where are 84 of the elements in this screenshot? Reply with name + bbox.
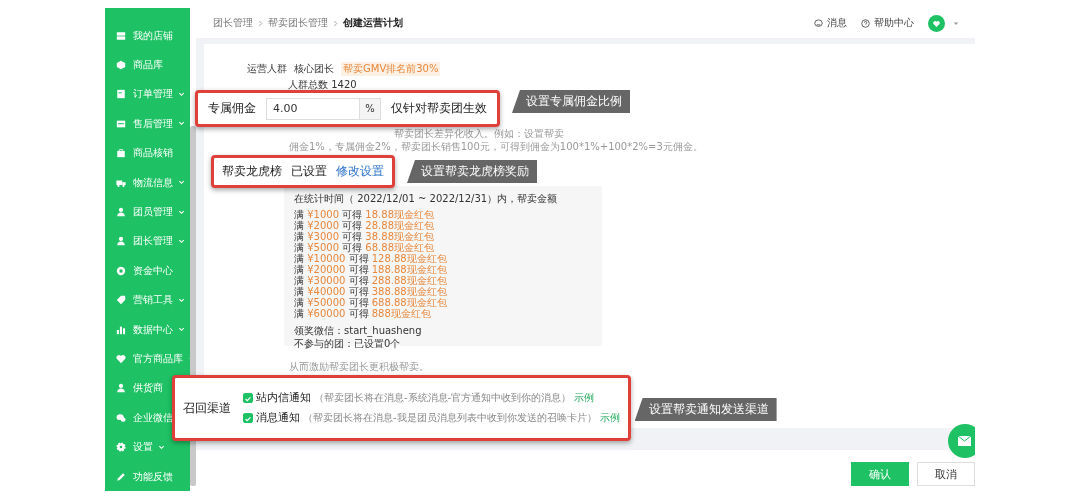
sidebar-item[interactable]: 团长管理: [133, 234, 173, 249]
sidebar-item[interactable]: 企业微信: [133, 410, 173, 425]
help-icon: [861, 18, 870, 28]
person-icon: [116, 383, 126, 394]
wechat-text: 领奖微信：start_huasheng: [294, 324, 423, 337]
store-icon: [116, 30, 126, 41]
sidebar-item[interactable]: 我的店铺: [133, 28, 173, 43]
period-text: 在统计时间（ 2022/12/01 ~ 2022/12/31）内，帮卖金额: [294, 192, 559, 205]
tray-icon: [116, 118, 126, 129]
sidebar-item[interactable]: 资金中心: [133, 263, 173, 278]
bars-icon: [116, 324, 126, 335]
reward-line: 满 ¥5000 可得 68.88现金红包: [294, 242, 434, 253]
chat-icon: [116, 412, 126, 423]
sidebar-item[interactable]: 营销工具: [133, 293, 173, 308]
channel-hint: （帮卖团长将在消息-系统消息-官方通知中收到你的消息）: [314, 391, 572, 405]
sidebar-item[interactable]: 数据中心: [133, 322, 173, 337]
avatar[interactable]: [928, 14, 945, 32]
example-link[interactable]: 示例: [599, 411, 620, 425]
reward-line: 满 ¥3000 可得 38.88现金红包: [294, 231, 434, 242]
reward-line: 满 ¥40000 可得 388.88现金红包: [294, 286, 447, 297]
example-link[interactable]: 示例: [574, 391, 595, 405]
rank-tag: 帮卖GMV排名前30%: [341, 62, 441, 76]
help-text: 从而激励帮卖团长更积极帮卖。: [289, 360, 430, 373]
reward-line: 满 ¥10000 可得 128.88现金红包: [294, 253, 447, 264]
sidebar-item[interactable]: 供货商: [133, 381, 163, 396]
reward-line: 满 ¥1000 可得 18.88现金红包: [294, 209, 434, 220]
reward-line: 满 ¥50000 可得 688.88现金红包: [294, 297, 447, 308]
coin-icon: [116, 265, 126, 276]
checkbox[interactable]: [243, 413, 253, 423]
doc-icon: [116, 89, 126, 100]
help-center-link[interactable]: 帮助中心: [874, 16, 914, 30]
channel-hint: （帮卖团长将在消息-我是团员消息列表中收到你发送的召唤卡片）: [303, 411, 597, 425]
channel-label: 消息通知: [256, 411, 300, 425]
cube-icon: [116, 60, 126, 71]
sidebar-item[interactable]: 物流信息: [133, 175, 173, 190]
heart-icon: [116, 354, 126, 364]
sidebar-item[interactable]: 功能反馈: [133, 469, 173, 484]
commission-note: 仅针对帮卖团生效: [391, 101, 487, 116]
excluded-text: 不参与的团：已设置0个: [294, 337, 402, 350]
checkbox[interactable]: [243, 393, 253, 403]
channel-label: 站内信通知: [256, 391, 311, 405]
field-label: 运营人群: [247, 62, 287, 76]
breadcrumb-item[interactable]: 帮卖团长管理: [268, 16, 328, 30]
mail-icon[interactable]: [948, 424, 975, 458]
caret-icon[interactable]: [953, 20, 959, 26]
pen-icon: [116, 471, 126, 482]
tag-icon: [116, 295, 126, 306]
status-text: 已设置: [291, 164, 327, 179]
person-icon: [116, 207, 126, 218]
messages-link[interactable]: 消息: [827, 16, 847, 30]
sidebar-item[interactable]: 团员管理: [133, 205, 173, 220]
sidebar-item[interactable]: 商品库: [133, 58, 163, 73]
audience-value: 核心团长: [294, 62, 334, 76]
reward-line: 满 ¥60000 可得 888现金红包: [294, 308, 431, 319]
cancel-button[interactable]: 取消: [917, 462, 975, 486]
sidebar-item[interactable]: 售后管理: [133, 116, 173, 131]
confirm-button[interactable]: 确认: [851, 462, 909, 486]
gear-icon: [116, 442, 126, 453]
reward-line: 满 ¥20000 可得 188.88现金红包: [294, 264, 447, 275]
breadcrumb-item: 创建运营计划: [343, 16, 403, 30]
chat-bubble-icon: [814, 18, 823, 28]
audience-total: 人群总数 1420: [288, 79, 358, 91]
field-label: 专属佣金: [208, 101, 256, 116]
unit-addon: %: [359, 98, 380, 119]
sidebar-item[interactable]: 官方商品库: [133, 352, 183, 366]
field-label: 召回渠道: [183, 400, 231, 416]
reward-line: 满 ¥30000 可得 288.88现金红包: [294, 275, 447, 286]
sidebar-item[interactable]: 设置: [133, 440, 153, 455]
bag-icon: [116, 148, 126, 159]
sidebar-item[interactable]: 商品核销: [133, 146, 173, 161]
sidebar-item[interactable]: 订单管理: [133, 87, 173, 102]
help-text: 佣金1%，专属佣金2%，帮卖团长销售100元，可得到佣金为100*1%+100*2%=3元佣金。: [289, 140, 704, 153]
help-text: 帮卖团长差异化收入。例如：设置帮卖: [394, 127, 565, 140]
breadcrumb-item[interactable]: 团长管理: [213, 16, 253, 30]
reward-line: 满 ¥2000 可得 28.88现金红包: [294, 220, 434, 231]
chevron-right-icon: [333, 19, 338, 27]
callout-label: 设置帮卖龙虎榜奖励: [407, 160, 537, 183]
edit-settings-link[interactable]: 修改设置: [336, 164, 384, 179]
callout-label: 设置帮卖通知发送渠道: [634, 398, 777, 421]
commission-input[interactable]: 4.00 %: [266, 97, 381, 120]
person-icon: [116, 236, 126, 247]
callout-label: 设置专属佣金比例: [512, 90, 630, 113]
field-label: 帮卖龙虎榜: [222, 164, 282, 179]
chevron-right-icon: [258, 19, 263, 27]
